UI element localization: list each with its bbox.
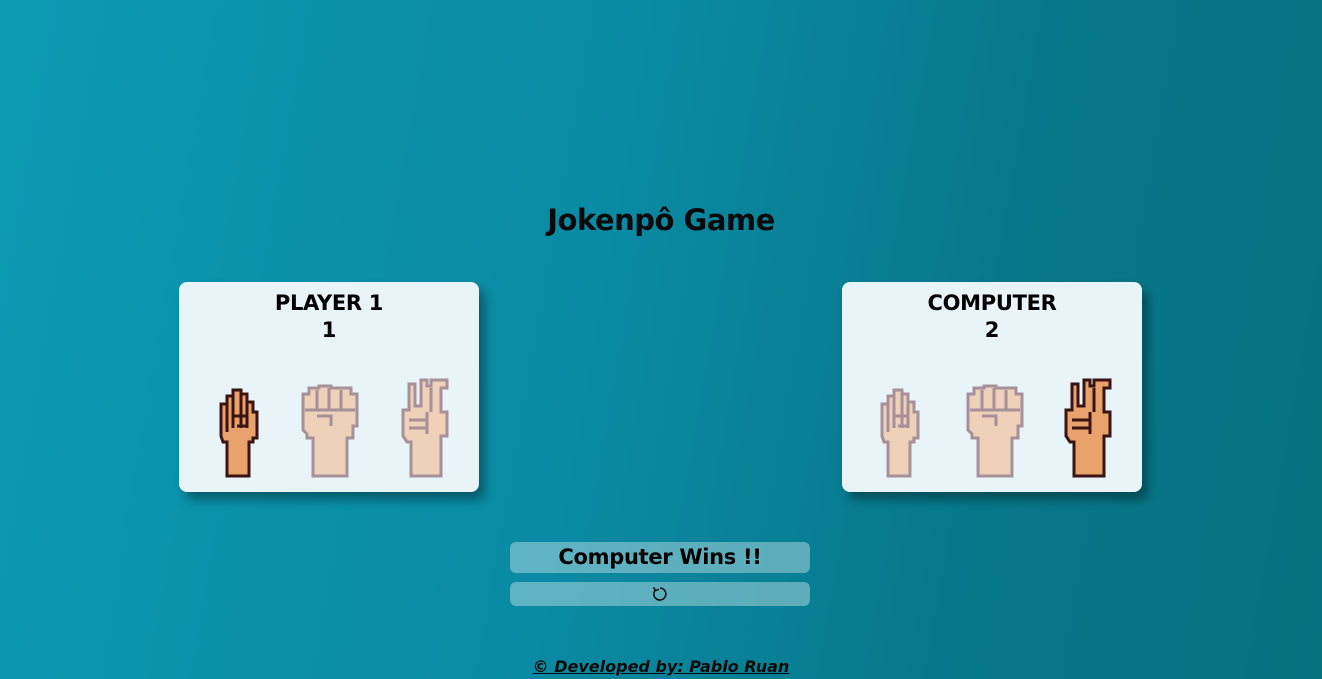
- player-paper-button[interactable]: [297, 376, 361, 478]
- player-hands: [179, 376, 479, 478]
- page-title: Jokenpô Game: [547, 203, 775, 237]
- result-banner: Computer Wins !!: [510, 542, 810, 573]
- raised-hand-icon: [219, 388, 259, 478]
- computer-card: COMPUTER 2: [842, 282, 1142, 492]
- computer-scissors-hand: [1060, 376, 1124, 478]
- reset-button[interactable]: [510, 582, 810, 606]
- player-scissors-button[interactable]: [397, 376, 461, 478]
- computer-score: 2: [984, 318, 1000, 342]
- hand-shape: [219, 388, 259, 478]
- player-card: PLAYER 1 1: [179, 282, 479, 492]
- raised-hand-icon: [880, 388, 920, 478]
- peace-hand-icon: [1064, 378, 1112, 478]
- fist-icon: [301, 384, 359, 478]
- player-name: PLAYER 1: [274, 291, 384, 315]
- player-score: 1: [321, 318, 337, 342]
- computer-paper-hand: [962, 376, 1026, 478]
- reset-icon: [652, 586, 667, 601]
- computer-name: COMPUTER: [927, 291, 1057, 315]
- computer-rock-hand: [868, 376, 932, 478]
- peace-hand-icon: [401, 378, 449, 478]
- computer-hands: [842, 376, 1142, 478]
- player-rock-button[interactable]: [207, 376, 271, 478]
- fist-icon: [966, 384, 1024, 478]
- footer-credit[interactable]: © Developed by: Pablo Ruan: [0, 657, 1322, 676]
